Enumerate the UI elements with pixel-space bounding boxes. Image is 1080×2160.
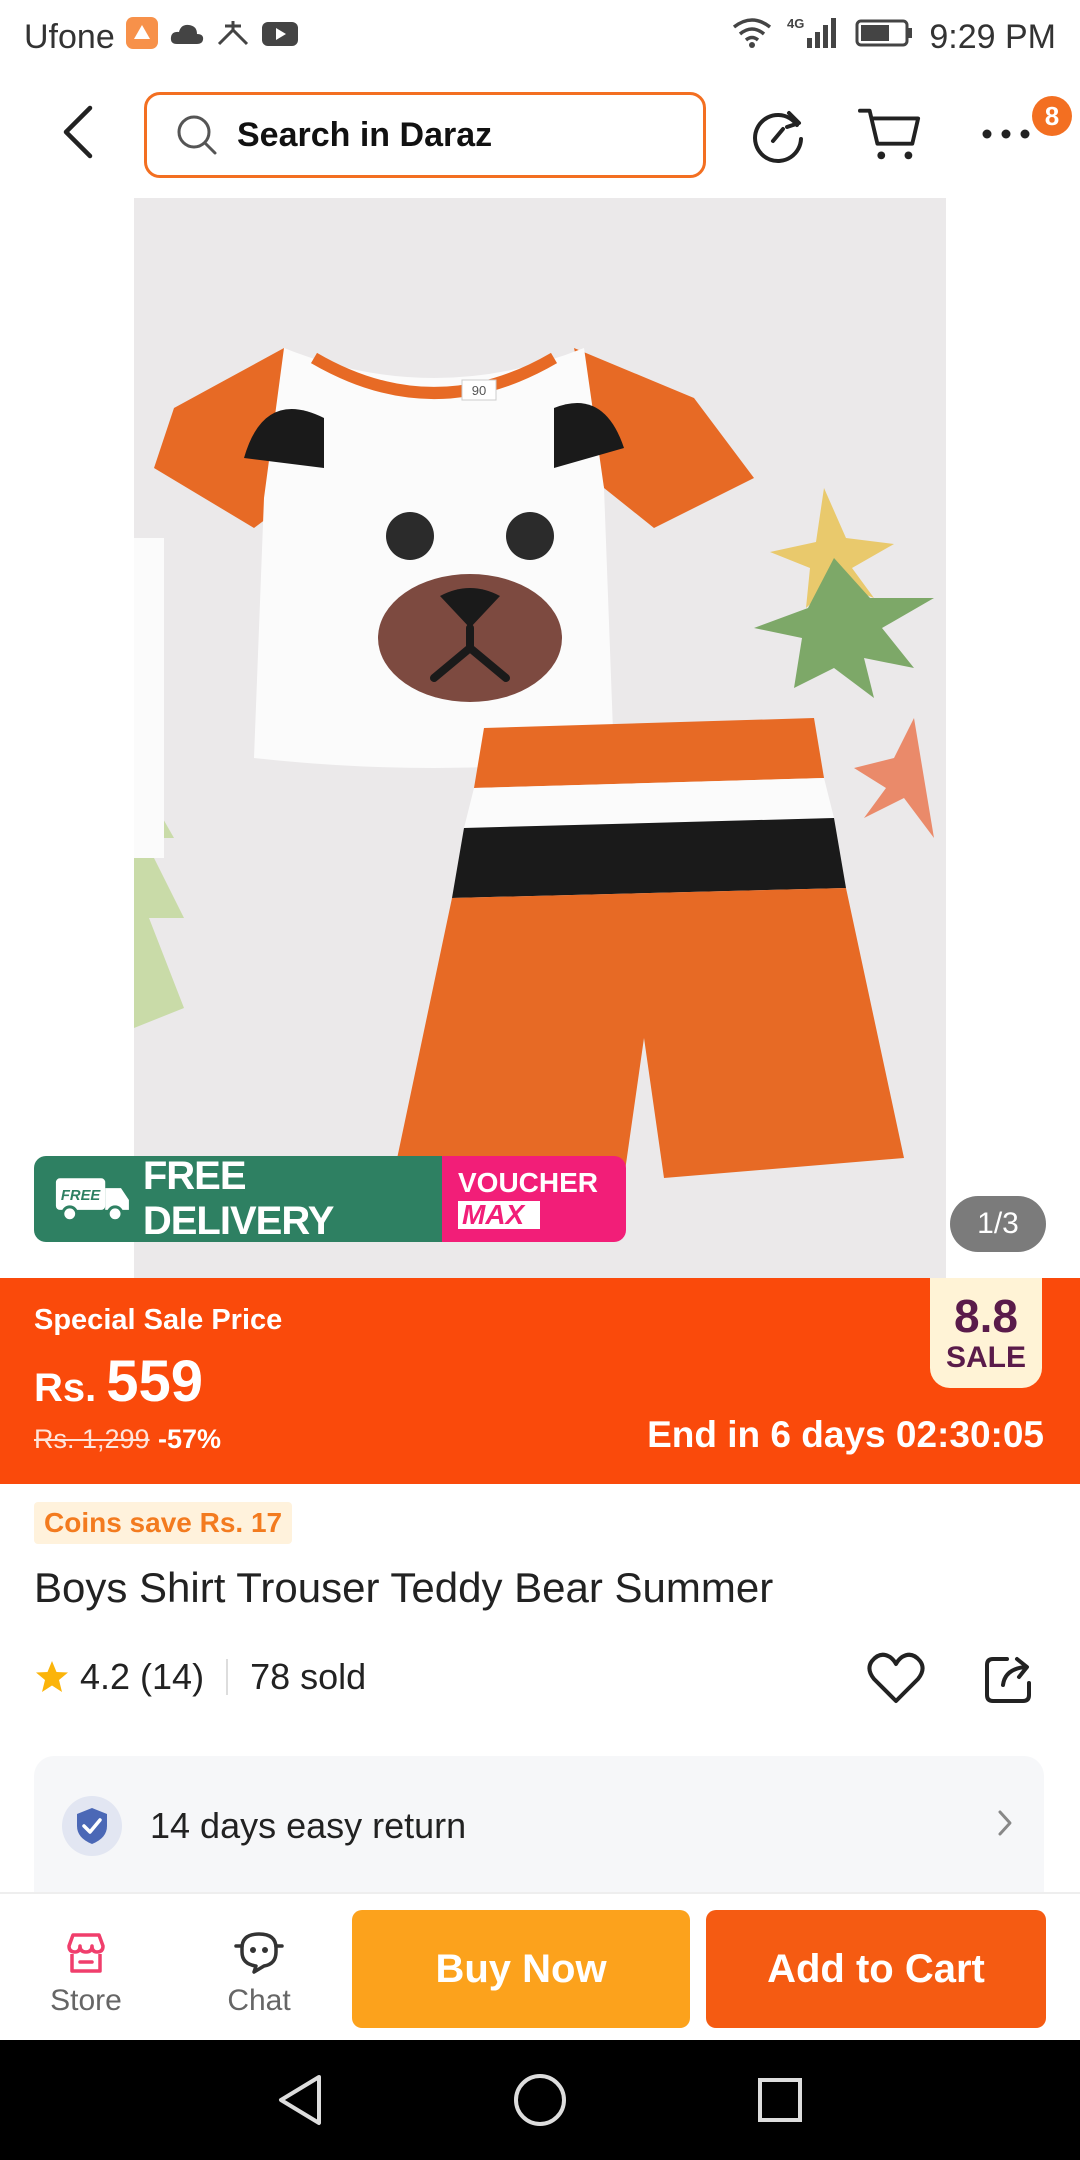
free-delivery-label: FREE DELIVERY	[142, 1156, 335, 1242]
more-options-button[interactable]	[974, 102, 1038, 166]
heart-icon	[867, 1652, 925, 1703]
product-title: Boys Shirt Trouser Teddy Bear Summer	[34, 1564, 774, 1611]
store-label: Store	[50, 1984, 122, 2017]
return-policy-label: 14 days easy return	[150, 1805, 467, 1846]
delivery-truck-icon: FREE	[55, 1178, 129, 1223]
app-header: Search in Daraz	[0, 74, 1080, 196]
chevron-left-icon	[63, 105, 93, 159]
history-icon	[753, 111, 803, 163]
cart-count-badge: 8	[1032, 96, 1072, 136]
status-bar: Ufone 4G 9:29 PM	[0, 0, 1080, 74]
rating-row[interactable]: 4.2 (14) 78 sold	[34, 1652, 366, 1702]
signal-icon: 4G	[787, 16, 841, 59]
battery-icon	[855, 18, 915, 57]
wishlist-button[interactable]	[864, 1646, 928, 1710]
sale-label: Special Sale Price	[34, 1304, 283, 1336]
chat-icon	[234, 1932, 284, 1974]
more-dots-icon	[982, 129, 1030, 139]
wifi-icon	[731, 17, 773, 58]
share-button[interactable]	[978, 1646, 1042, 1710]
usb-icon	[215, 18, 251, 57]
shield-check-icon	[62, 1796, 122, 1856]
voucher-max-badge: VOUCHER MAX	[442, 1156, 626, 1242]
review-count: (14)	[140, 1656, 205, 1697]
chat-tab[interactable]: Chat	[199, 1930, 319, 2018]
store-icon	[67, 1933, 105, 1973]
discount-percent: -57%	[158, 1424, 222, 1454]
sold-count: 78 sold	[250, 1656, 367, 1697]
return-policy-row[interactable]: 14 days easy return	[34, 1756, 1044, 1896]
search-placeholder: Search in Daraz	[237, 115, 493, 154]
nav-recents-button[interactable]	[750, 2070, 810, 2130]
star-icon	[36, 1661, 68, 1692]
search-input[interactable]: Search in Daraz	[144, 92, 706, 178]
back-button[interactable]	[48, 102, 108, 162]
cart-button[interactable]	[858, 102, 922, 166]
nav-back-icon	[279, 2075, 321, 2125]
sale-banner: Special Sale Price Rs. 559 Rs. 1,299 -57%…	[0, 1278, 1080, 1484]
store-tab[interactable]: Store	[26, 1930, 146, 2018]
youtube-icon	[261, 18, 299, 57]
coins-badge: Coins save Rs. 17	[34, 1502, 293, 1544]
app-notification-icon	[125, 16, 159, 59]
promo-banner[interactable]: FREE FREE DELIVERY VOUCHER MAX	[34, 1156, 626, 1242]
search-icon	[177, 115, 217, 155]
voucher-max-label: MAX	[458, 1201, 540, 1229]
bottom-action-bar: Store Chat Buy Now Add to Cart	[0, 1892, 1080, 2040]
nav-back-button[interactable]	[270, 2070, 330, 2130]
rating-value: 4.2	[80, 1656, 131, 1697]
buy-now-button[interactable]: Buy Now	[352, 1910, 690, 2028]
system-nav-bar	[0, 2040, 1080, 2160]
sale-price: Rs. 559	[34, 1348, 203, 1415]
nav-home-icon	[514, 2074, 566, 2126]
cloud-icon	[169, 18, 205, 57]
cart-icon	[858, 108, 921, 160]
price-value: 559	[106, 1349, 204, 1414]
size-tag: 90	[472, 383, 486, 398]
chevron-right-icon	[998, 1810, 1012, 1836]
sale-countdown: End in 6 days 02:30:05	[647, 1414, 1044, 1455]
product-image[interactable]: 90	[134, 198, 946, 1278]
carrier-name: Ufone	[24, 17, 115, 56]
teddy-outfit-illustration: 90	[134, 198, 946, 1278]
chat-label: Chat	[227, 1984, 291, 2017]
free-small-label: FREE	[61, 1188, 102, 1204]
sale-event-label: SALE	[945, 1341, 1026, 1374]
divider	[226, 1659, 229, 1695]
svg-text:4G: 4G	[787, 16, 804, 31]
original-price: Rs. 1,299	[34, 1424, 150, 1454]
sale-event-date: 8.8	[954, 1290, 1018, 1342]
clock: 9:29 PM	[929, 17, 1056, 56]
nav-recents-icon	[758, 2078, 802, 2122]
nav-home-button[interactable]	[510, 2070, 570, 2130]
currency-label: Rs.	[34, 1366, 97, 1410]
history-button[interactable]	[746, 102, 810, 166]
add-to-cart-button[interactable]: Add to Cart	[706, 1910, 1046, 2028]
free-delivery-badge: FREE FREE DELIVERY	[34, 1156, 442, 1242]
image-counter: 1/3	[950, 1196, 1046, 1252]
voucher-label: VOUCHER	[458, 1167, 599, 1198]
sale-event-tag: 8.8 SALE	[930, 1278, 1042, 1388]
share-icon	[985, 1657, 1031, 1703]
